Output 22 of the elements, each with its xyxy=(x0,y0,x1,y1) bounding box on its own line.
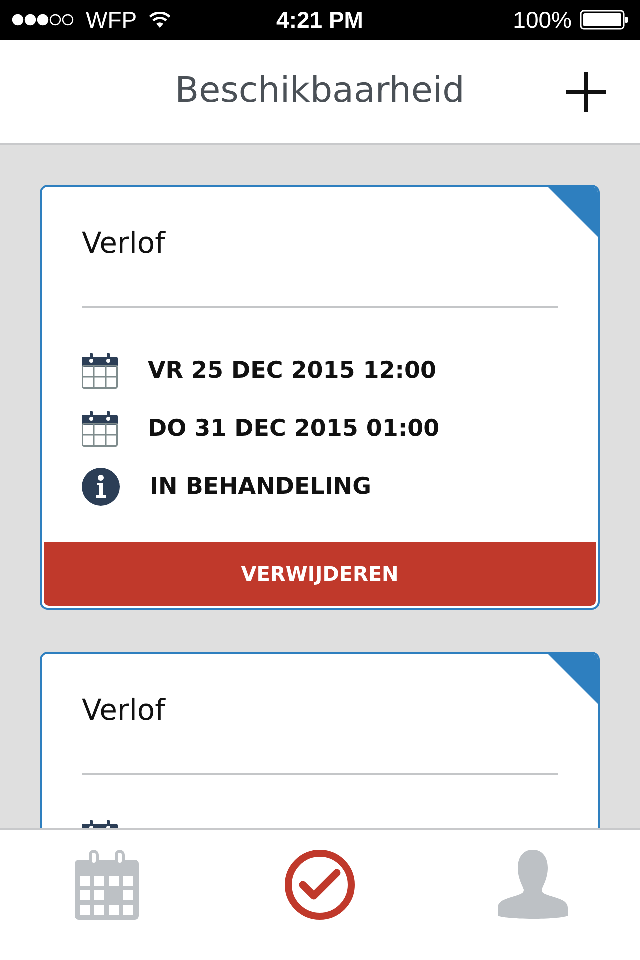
battery-percent: 100% xyxy=(513,8,572,32)
delete-button[interactable]: VERWIJDEREN xyxy=(44,542,596,606)
calendar-icon xyxy=(82,353,118,389)
card-title: Verlof xyxy=(82,225,167,261)
date-text: DO 31 DEC 2015 01:00 xyxy=(148,414,440,444)
calendar-icon xyxy=(74,850,139,920)
person-icon xyxy=(498,850,568,920)
add-button[interactable] xyxy=(566,72,606,112)
calendar-icon xyxy=(82,411,118,447)
signal-strength-icon xyxy=(12,14,74,26)
battery-icon xyxy=(580,10,628,30)
card-title: Verlof xyxy=(82,692,167,728)
wifi-icon xyxy=(149,12,172,28)
plus-icon xyxy=(566,72,606,112)
info-icon xyxy=(82,468,120,506)
carrier-name: WFP xyxy=(86,8,138,32)
status-text: IN BEHANDELING xyxy=(150,472,372,502)
page-title: Beschikbaarheid xyxy=(175,70,465,114)
check-circle-icon xyxy=(284,850,355,920)
date-text: VR 25 DEC 2015 12:00 xyxy=(148,356,436,386)
clock-time: 4:21 PM xyxy=(276,8,364,32)
tab-button[interactable] xyxy=(282,848,357,922)
